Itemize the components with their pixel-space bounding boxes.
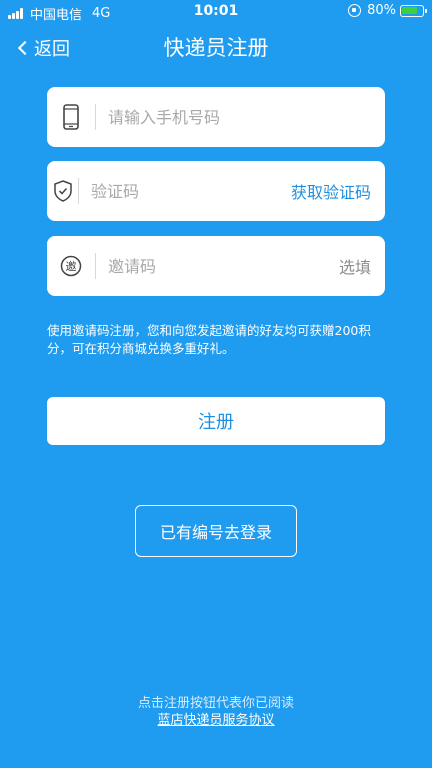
invite-badge-icon: 邀 xyxy=(47,255,95,277)
shield-check-icon xyxy=(47,180,78,202)
register-button[interactable]: 注册 xyxy=(47,397,385,445)
verification-code-field: 获取验证码 xyxy=(47,161,385,221)
field-divider xyxy=(78,178,79,204)
phone-icon xyxy=(47,104,95,130)
invite-code-input[interactable] xyxy=(108,246,339,286)
invite-code-field: 邀 选填 xyxy=(47,236,385,296)
field-divider xyxy=(95,253,96,279)
status-bar: 中国电信 4G 10:01 80% xyxy=(0,0,432,24)
orientation-lock-icon xyxy=(348,4,362,17)
status-right: 80% xyxy=(348,3,427,18)
verification-code-input[interactable] xyxy=(90,171,291,211)
phone-field xyxy=(47,87,385,147)
optional-label: 选填 xyxy=(338,258,371,277)
battery-icon xyxy=(400,4,427,17)
phone-input[interactable] xyxy=(108,97,385,137)
get-code-button[interactable]: 获取验证码 xyxy=(291,179,371,203)
service-agreement-link[interactable]: 蓝店快递员服务协议 xyxy=(157,713,274,728)
login-existing-button[interactable]: 已有编号去登录 xyxy=(135,505,297,557)
agreement-link-row: 蓝店快递员服务协议 xyxy=(0,709,432,728)
field-divider xyxy=(95,104,96,130)
invite-hint-text: 使用邀请码注册，您和向您发起邀请的好友均可获赠200积分，可在积分商城兑换多重好… xyxy=(47,323,371,356)
page-title: 快递员注册 xyxy=(163,36,269,60)
invite-icon-glyph: 邀 xyxy=(66,259,77,273)
battery-percent: 80% xyxy=(367,3,396,18)
